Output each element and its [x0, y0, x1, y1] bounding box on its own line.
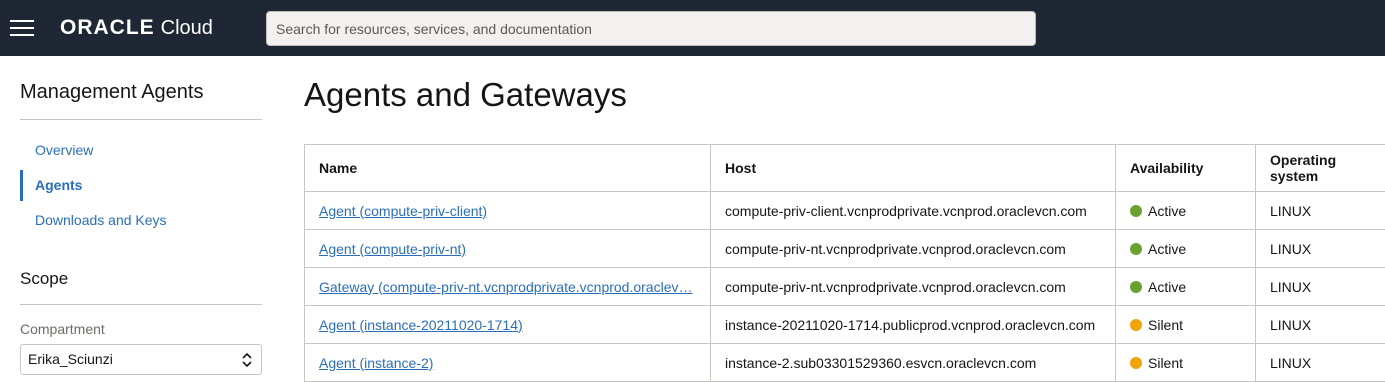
- search-input[interactable]: [266, 11, 1036, 46]
- table-row: Agent (compute-priv-nt) compute-priv-nt.v…: [304, 229, 1385, 268]
- column-header-name[interactable]: Name: [304, 144, 711, 192]
- status-dot-icon: [1130, 280, 1142, 293]
- agent-name-link[interactable]: Agent (instance-20211020-1714): [319, 317, 523, 333]
- host-cell: compute-priv-client.vcnprodprivate.vcnpr…: [710, 191, 1116, 230]
- availability-cell: Active: [1115, 267, 1256, 306]
- os-cell: LINUX: [1255, 229, 1385, 268]
- availability-cell: Active: [1115, 191, 1256, 230]
- compartment-select[interactable]: Erika_Sciunzi: [20, 344, 262, 375]
- availability-label: Active: [1148, 202, 1187, 219]
- agent-name-link[interactable]: Gateway (compute-priv-nt.vcnprodprivate.…: [319, 279, 693, 295]
- os-cell: LINUX: [1255, 267, 1385, 306]
- logo-brand: ORACLE: [60, 16, 155, 39]
- compartment-label: Compartment: [20, 321, 105, 337]
- divider: [20, 304, 262, 305]
- availability-label: Silent: [1148, 316, 1184, 333]
- table-row: Agent (compute-priv-client) compute-priv-…: [304, 191, 1385, 230]
- table-row: Gateway (compute-priv-nt.vcnprodprivate.…: [304, 267, 1385, 306]
- agent-name-link[interactable]: Agent (compute-priv-nt): [319, 241, 466, 257]
- availability-label: Silent: [1148, 354, 1184, 371]
- status-dot-icon: [1130, 242, 1142, 255]
- sidebar-item-agents[interactable]: Agents: [20, 168, 262, 203]
- compartment-value: Erika_Sciunzi: [28, 351, 113, 367]
- host-cell: instance-2.sub03301529360.esvcn.oraclevc…: [710, 343, 1116, 382]
- host-cell: compute-priv-nt.vcnprodprivate.vcnprod.o…: [710, 267, 1116, 306]
- availability-cell: Silent: [1115, 305, 1256, 344]
- logo-product: Cloud: [160, 16, 213, 39]
- name-cell: Agent (compute-priv-nt): [304, 229, 711, 268]
- column-header-host[interactable]: Host: [710, 144, 1116, 192]
- page-title: Agents and Gateways: [304, 76, 627, 113]
- os-cell: LINUX: [1255, 343, 1385, 382]
- status-dot-icon: [1130, 204, 1142, 217]
- divider: [20, 119, 262, 120]
- column-header-availability[interactable]: Availability: [1115, 144, 1256, 192]
- status-dot-icon: [1130, 318, 1142, 331]
- menu-icon[interactable]: [10, 18, 34, 36]
- agent-name-link[interactable]: Agent (compute-priv-client): [319, 203, 487, 219]
- table-row: Agent (instance-2) instance-2.sub03301529…: [304, 343, 1385, 382]
- availability-label: Active: [1148, 240, 1187, 257]
- scope-title: Scope: [20, 269, 69, 288]
- agents-table: Name Host Availability Operating system …: [304, 144, 1385, 382]
- agent-name-link[interactable]: Agent (instance-2): [319, 355, 433, 371]
- os-cell: LINUX: [1255, 191, 1385, 230]
- table-header-row: Name Host Availability Operating system: [304, 144, 1385, 192]
- sidebar-nav: Overview Agents Downloads and Keys: [20, 133, 262, 238]
- top-bar: ORACLE Cloud: [0, 0, 1385, 56]
- sidebar-item-overview[interactable]: Overview: [20, 133, 262, 168]
- availability-label: Active: [1148, 278, 1187, 295]
- host-cell: instance-20211020-1714.publicprod.vcnpro…: [710, 305, 1116, 344]
- host-cell: compute-priv-nt.vcnprodprivate.vcnprod.o…: [710, 229, 1116, 268]
- chevron-up-down-icon: [242, 352, 252, 368]
- sidebar-item-downloads-and-keys[interactable]: Downloads and Keys: [20, 203, 262, 238]
- table-row: Agent (instance-20211020-1714) instance-2…: [304, 305, 1385, 344]
- sidebar-title: Management Agents: [20, 81, 204, 103]
- name-cell: Agent (compute-priv-client): [304, 191, 711, 230]
- name-cell: Agent (instance-2): [304, 343, 711, 382]
- oracle-cloud-logo[interactable]: ORACLE Cloud: [60, 14, 213, 42]
- column-header-operating-system[interactable]: Operating system: [1255, 144, 1385, 192]
- name-cell: Agent (instance-20211020-1714): [304, 305, 711, 344]
- os-cell: LINUX: [1255, 305, 1385, 344]
- availability-cell: Silent: [1115, 343, 1256, 382]
- name-cell: Gateway (compute-priv-nt.vcnprodprivate.…: [304, 267, 711, 306]
- availability-cell: Active: [1115, 229, 1256, 268]
- status-dot-icon: [1130, 356, 1142, 369]
